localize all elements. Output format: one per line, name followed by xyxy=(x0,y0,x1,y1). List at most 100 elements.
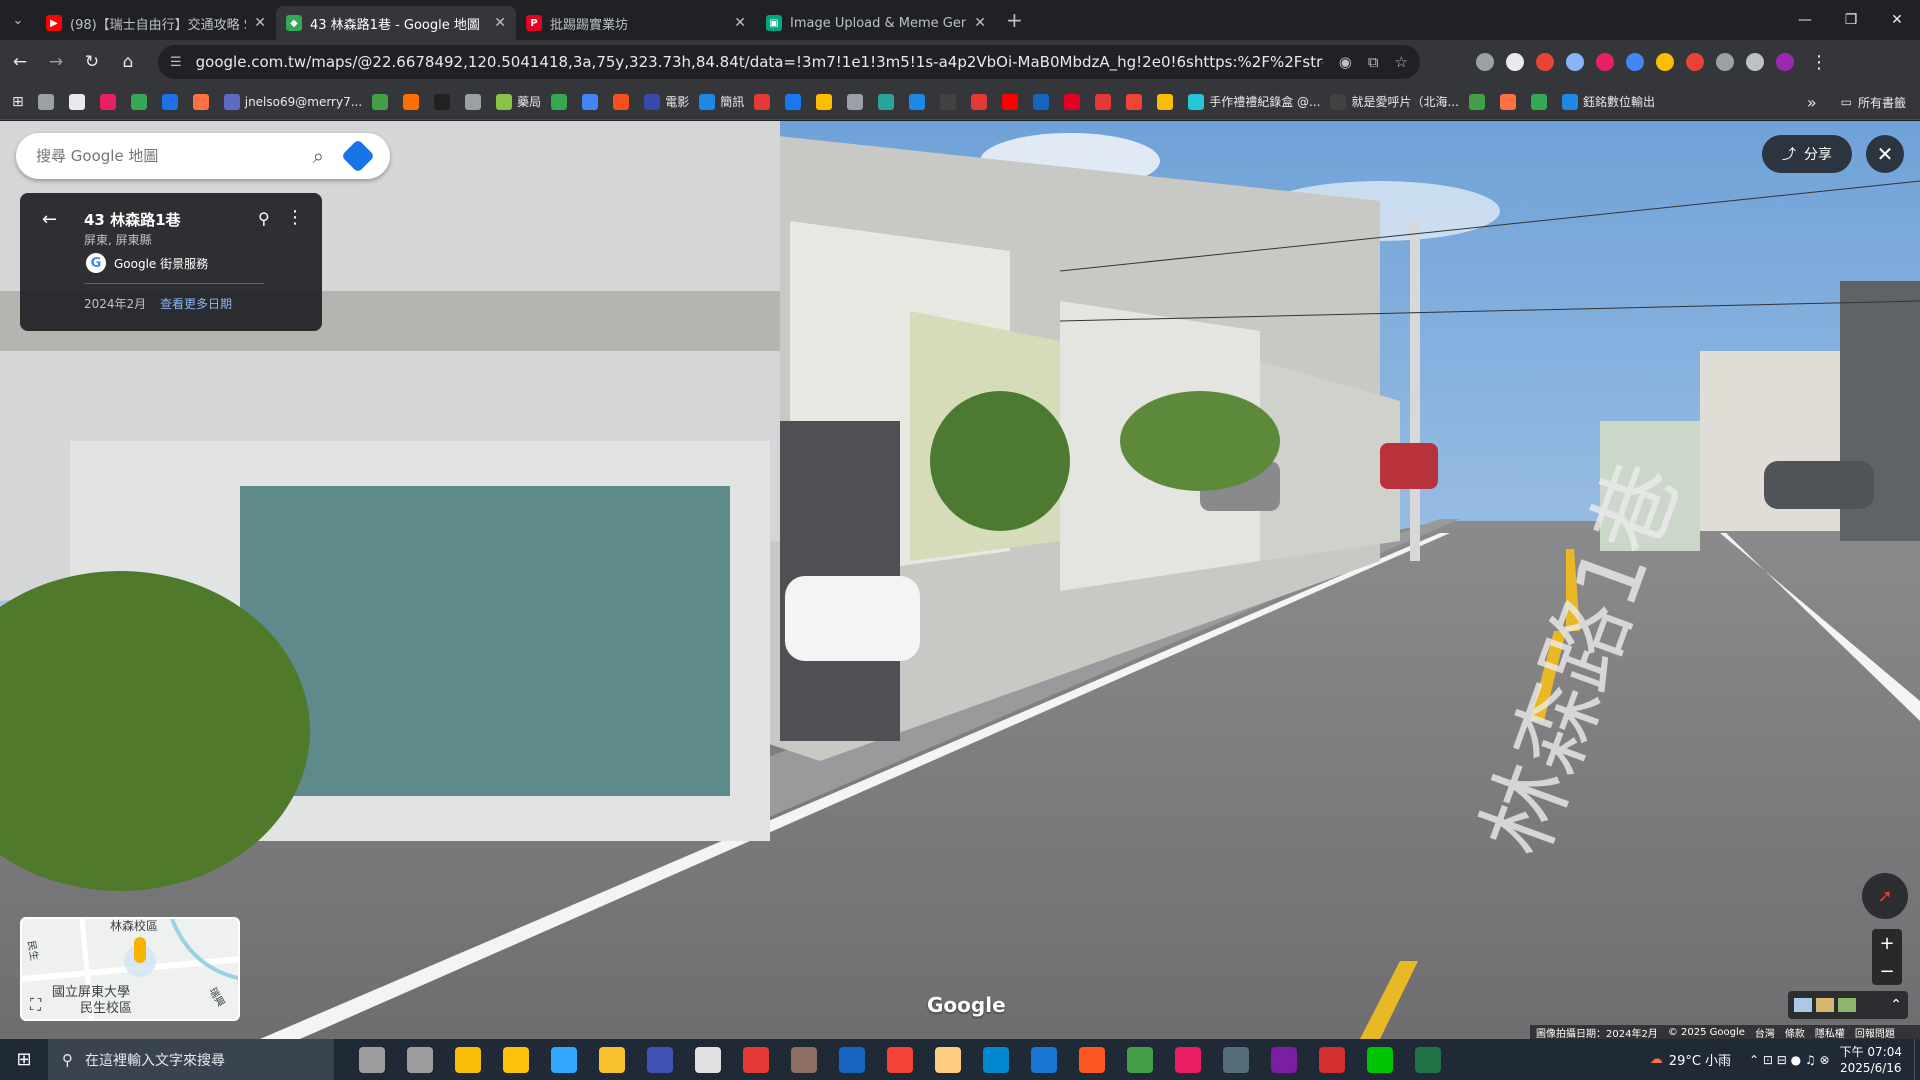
extension-icon[interactable] xyxy=(1596,53,1614,71)
browser-menu-icon[interactable]: ⋮ xyxy=(1810,52,1828,73)
reload-button[interactable]: ↻ xyxy=(76,46,108,78)
bookmark-item[interactable] xyxy=(130,93,152,110)
bookmark-item[interactable] xyxy=(161,93,183,110)
taskbar-app-icon[interactable] xyxy=(599,1046,625,1073)
weather-icon[interactable]: ☁ xyxy=(1650,1052,1663,1067)
bookmark-item[interactable] xyxy=(434,93,455,110)
install-app-icon[interactable]: ⧉ xyxy=(1368,53,1379,71)
bookmark-item[interactable] xyxy=(1157,93,1178,110)
taskbar-search-placeholder[interactable]: 在這裡輸入文字來搜尋 xyxy=(85,1050,225,1070)
taskbar-app-icon[interactable] xyxy=(743,1046,769,1073)
taskbar-app-icon[interactable] xyxy=(551,1046,577,1073)
bookmark-item[interactable] xyxy=(1002,93,1023,110)
extension-icon[interactable] xyxy=(1626,53,1644,71)
address-bar[interactable]: ☰ google.com.tw/maps/@22.6678492,120.504… xyxy=(158,45,1420,79)
minimap[interactable]: 林森校區 國立屏東大學 民生校區 民生 瑞興 ⛶ xyxy=(20,917,240,1021)
bookmark-item[interactable]: 鈺銘數位輸出 xyxy=(1561,93,1655,110)
bookmark-item[interactable] xyxy=(1530,93,1552,110)
bookmark-item[interactable] xyxy=(754,93,775,110)
more-options-icon[interactable]: ⋮ xyxy=(286,207,304,228)
taskbar-app-icon[interactable] xyxy=(887,1046,913,1073)
taskbar-app-icon[interactable] xyxy=(1079,1046,1105,1073)
back-arrow-icon[interactable]: ← xyxy=(42,209,57,230)
zoom-in-button[interactable]: + xyxy=(1879,933,1894,954)
clock[interactable]: 下午 07:04 2025/6/16 xyxy=(1840,1044,1902,1076)
show-desktop-button[interactable] xyxy=(1914,1039,1920,1080)
street-view-viewport[interactable]: 林森路1巷 ⌕ ← 43 林森路1巷 屏東, 屏東縣 ⚲ ⋮ G Google … xyxy=(0,121,1920,1039)
bookmark-item[interactable] xyxy=(582,93,603,110)
maps-search-box[interactable]: ⌕ xyxy=(16,133,390,179)
bookmark-item[interactable] xyxy=(1468,93,1490,110)
new-tab-button[interactable]: + xyxy=(1006,8,1023,32)
taskbar-app-icon[interactable] xyxy=(1415,1046,1441,1073)
attribution-item[interactable]: 回報問題 xyxy=(1855,1025,1895,1040)
location-pin-icon[interactable]: ◉ xyxy=(1339,53,1352,71)
url-text[interactable]: google.com.tw/maps/@22.6678492,120.50414… xyxy=(196,53,1323,71)
compass-button[interactable]: ➚ xyxy=(1862,873,1908,919)
taskbar-app-icon[interactable] xyxy=(503,1046,529,1073)
pegman-icon[interactable] xyxy=(134,937,146,963)
bookmark-item[interactable] xyxy=(816,93,837,110)
search-icon[interactable]: ⌕ xyxy=(313,144,324,168)
see-more-dates-link[interactable]: 查看更多日期 xyxy=(160,295,232,312)
extension-icon[interactable] xyxy=(1746,53,1764,71)
map-pin-icon[interactable]: ⚲ xyxy=(258,209,270,228)
bookmark-item[interactable] xyxy=(909,93,930,110)
layer-thumb[interactable] xyxy=(1794,998,1812,1012)
bookmark-item[interactable] xyxy=(372,93,393,110)
taskbar-app-icon[interactable] xyxy=(695,1046,721,1073)
bookmark-item[interactable] xyxy=(465,93,486,110)
bookmark-item[interactable] xyxy=(785,93,806,110)
bookmark-item[interactable] xyxy=(1126,93,1147,110)
close-window-button[interactable]: ✕ xyxy=(1874,0,1920,40)
directions-icon[interactable] xyxy=(341,139,375,173)
taskbar-app-icon[interactable] xyxy=(983,1046,1009,1073)
close-tab-icon[interactable]: ✕ xyxy=(254,15,266,31)
all-bookmarks-button[interactable]: 所有書籤 xyxy=(1858,94,1906,111)
imagery-thumbnails[interactable]: ⌃ xyxy=(1788,991,1908,1019)
bookmark-item[interactable]: 簡訊 xyxy=(699,93,744,110)
bookmark-item[interactable] xyxy=(940,93,961,110)
start-button[interactable]: ⊞ xyxy=(0,1039,48,1080)
extension-icon[interactable] xyxy=(1776,53,1794,71)
taskbar-app-icon[interactable] xyxy=(1031,1046,1057,1073)
tab[interactable]: ◆ 43 林森路1巷 - Google 地圖 ✕ xyxy=(276,6,516,40)
taskbar-app-icon[interactable] xyxy=(1175,1046,1201,1073)
extension-icon[interactable] xyxy=(1536,53,1554,71)
bookmark-item[interactable] xyxy=(1499,93,1521,110)
bookmark-item[interactable]: jnelso69@merry7... xyxy=(223,93,362,110)
taskbar-search[interactable]: ⚲ 在這裡輸入文字來搜尋 xyxy=(48,1039,334,1080)
bookmark-item[interactable] xyxy=(37,93,59,110)
taskbar-app-icon[interactable] xyxy=(1319,1046,1345,1073)
taskbar-app-icon[interactable] xyxy=(1271,1046,1297,1073)
bookmarks-overflow-button[interactable]: » xyxy=(1807,93,1817,112)
site-info-icon[interactable]: ☰ xyxy=(170,55,182,70)
tray-icons[interactable]: ⌃ ⊡ ⊟ ● ♫ ⊗ xyxy=(1749,1053,1830,1067)
weather-text[interactable]: 29°C 小雨 xyxy=(1669,1050,1731,1069)
taskbar-app-icon[interactable] xyxy=(791,1046,817,1073)
bookmark-item[interactable] xyxy=(878,93,899,110)
restore-button[interactable]: ❐ xyxy=(1828,0,1874,40)
bookmark-item[interactable] xyxy=(847,93,868,110)
taskbar-app-icon[interactable] xyxy=(1127,1046,1153,1073)
share-button[interactable]: ⤴ 分享 xyxy=(1762,135,1852,173)
minimize-button[interactable]: — xyxy=(1782,0,1828,40)
bookmark-item[interactable] xyxy=(971,93,992,110)
extension-icon[interactable] xyxy=(1716,53,1734,71)
bookmark-item[interactable] xyxy=(1095,93,1116,110)
taskbar-app-icon[interactable] xyxy=(839,1046,865,1073)
bookmark-item[interactable]: 藥局 xyxy=(496,93,541,110)
forward-button[interactable]: → xyxy=(40,46,72,78)
bookmark-item[interactable] xyxy=(551,93,572,110)
expand-map-icon[interactable]: ⛶ xyxy=(30,995,41,1015)
bookmark-item[interactable] xyxy=(99,93,121,110)
tab[interactable]: ▣ Image Upload & Meme Gene ✕ xyxy=(756,6,996,40)
bookmark-item[interactable]: 電影 xyxy=(644,93,689,110)
tab-search-button[interactable]: ⌄ xyxy=(0,0,36,40)
home-button[interactable]: ⌂ xyxy=(112,46,144,78)
extension-icon[interactable] xyxy=(1566,53,1584,71)
maps-search-input[interactable] xyxy=(36,147,301,165)
taskbar-app-icon[interactable] xyxy=(455,1046,481,1073)
close-tab-icon[interactable]: ✕ xyxy=(734,15,746,31)
close-tab-icon[interactable]: ✕ xyxy=(494,15,506,31)
